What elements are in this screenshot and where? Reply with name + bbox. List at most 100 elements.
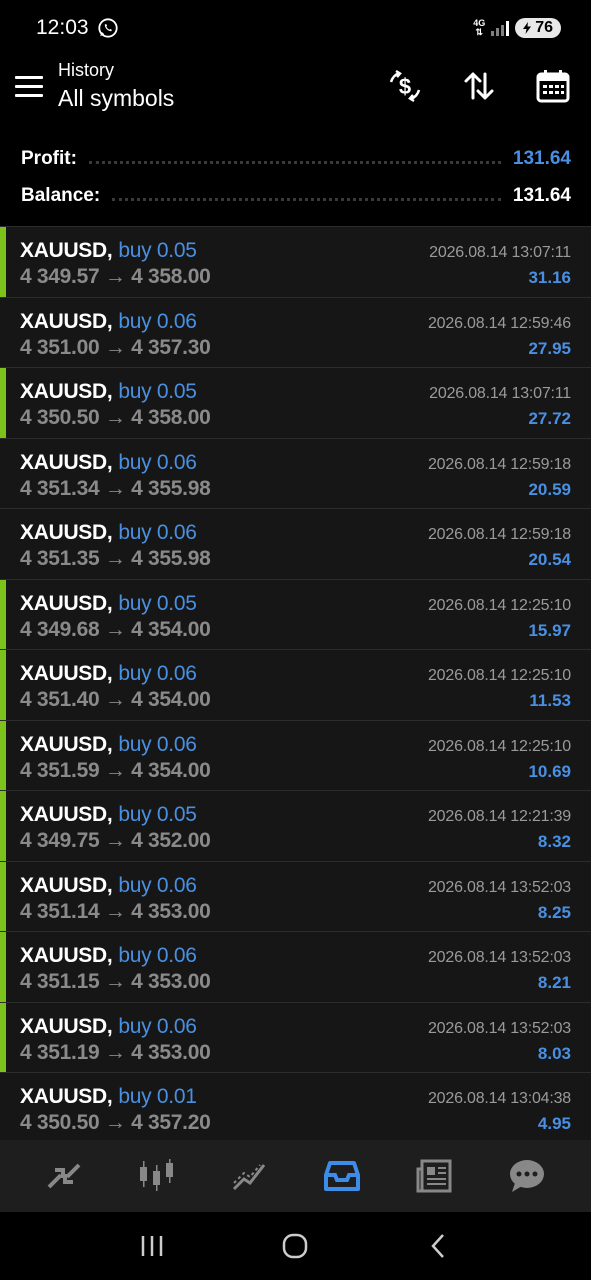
profit-label: Profit: [21,147,77,169]
tab-news[interactable] [413,1156,455,1196]
sort-icon[interactable] [461,68,497,104]
trade-prices: 4 351.15 → 4 353.00 [20,970,211,993]
trade-side: buy 0.05 [118,380,197,403]
trade-symbol: XAUUSD, [20,803,113,826]
trade-prices: 4 349.68 → 4 354.00 [20,617,211,641]
trade-profit: 11.53 [529,691,571,710]
trade-row[interactable]: XAUUSD, buy 0.06 2026.08.14 12:25:10 4 351.… [0,719,591,790]
tab-chat[interactable] [506,1156,548,1196]
trade-row[interactable]: XAUUSD, buy 0.05 2026.08.14 13:07:11 4 349.… [0,226,591,297]
trade-profit: 31.16 [528,268,571,287]
trade-row[interactable]: XAUUSD, buy 0.05 2026.08.14 12:21:39 4 349.… [0,790,591,861]
trade-profit: 20.59 [528,479,571,499]
trade-symbol: XAUUSD, [20,380,113,403]
trade-side: buy 0.06 [118,732,197,756]
trade-row[interactable]: XAUUSD, buy 0.06 2026.08.14 13:52:03 4 351.… [0,1001,591,1072]
tab-history[interactable] [321,1156,363,1196]
position-indicator [0,1002,6,1072]
trade-symbol: XAUUSD, [20,521,113,544]
trade-row[interactable]: XAUUSD, buy 0.05 2026.08.14 12:25:10 4 349.… [0,578,591,649]
trade-row[interactable]: XAUUSD, buy 0.05 2026.08.14 13:07:11 4 350.… [0,367,591,438]
page-title: History [58,60,115,80]
position-indicator [0,720,6,790]
position-indicator [0,861,6,931]
trade-list[interactable]: XAUUSD, buy 0.05 2026.08.14 13:07:11 4 349.… [0,226,591,1140]
trade-profit: 27.72 [528,409,571,428]
trade-prices: 4 349.57 → 4 358.00 [20,265,211,288]
home-button[interactable] [278,1229,312,1263]
trade-profit: 8.32 [537,832,571,851]
trade-datetime: 2026.08.14 13:52:03 [427,1019,571,1037]
trade-datetime: 2026.08.14 12:25:10 [427,737,571,755]
tab-quotes[interactable] [43,1156,85,1196]
trade-profit: 10.69 [528,761,571,781]
trade-prices: 4 351.35 → 4 355.98 [20,547,211,570]
trade-datetime: 2026.08.14 13:07:11 [429,385,571,402]
trade-profit: 27.95 [528,338,571,358]
trade-prices: 4 351.59 → 4 354.00 [20,758,211,782]
trade-symbol: XAUUSD, [20,944,113,967]
chart-icon [139,1159,173,1191]
quotes-icon [47,1163,81,1189]
tab-chart[interactable] [136,1156,178,1196]
trade-datetime: 2026.08.14 13:52:03 [427,949,571,966]
position-indicator [0,650,6,720]
news-icon [416,1159,452,1193]
trade-side: buy 0.06 [118,450,197,474]
trade-row[interactable]: XAUUSD, buy 0.06 2026.08.14 12:59:46 4 351.… [0,296,591,367]
trade-row[interactable]: XAUUSD, buy 0.06 2026.08.14 12:59:18 4 351.… [0,508,591,579]
trade-side: buy 0.05 [118,591,197,615]
trade-symbol: XAUUSD, [20,732,113,756]
position-indicator [0,368,6,438]
trade-side: buy 0.05 [118,803,197,826]
trade-prices: 4 351.34 → 4 355.98 [20,476,211,500]
trade-side: buy 0.06 [118,521,197,544]
trade-datetime: 2026.08.14 12:21:39 [427,808,571,825]
bottom-navigation [0,1140,591,1212]
position-indicator [0,579,6,649]
trade-profit: 8.03 [537,1043,571,1063]
trade-row[interactable]: XAUUSD, buy 0.06 2026.08.14 13:52:03 4 351.… [0,860,591,931]
recent-apps-button[interactable] [135,1229,169,1263]
balance-label: Balance: [21,184,101,206]
back-button[interactable] [422,1229,456,1263]
status-time: 12:03 [36,16,89,39]
trade-datetime: 2026.08.14 13:07:11 [429,244,571,261]
trade-side: buy 0.06 [118,944,197,967]
trade-side: buy 0.06 [118,1014,197,1038]
trade-datetime: 2026.08.14 12:59:18 [427,455,571,473]
trade-side: buy 0.06 [118,662,197,685]
calendar-icon[interactable] [535,68,571,104]
chat-icon [509,1160,544,1192]
trade-row[interactable]: XAUUSD, buy 0.01 2026.08.14 13:04:38 4 350.… [0,1072,591,1140]
battery-indicator: 76 [515,18,561,38]
trade-datetime: 2026.08.14 12:59:46 [427,314,571,332]
status-bar: 12:03 4G ⇅ 76 [0,0,591,56]
tab-trade[interactable] [228,1156,270,1196]
trade-side: buy 0.06 [118,873,197,897]
menu-icon[interactable] [15,76,43,98]
trade-datetime: 2026.08.14 12:25:10 [427,667,571,684]
svg-text:$: $ [399,74,411,99]
history-icon [323,1161,360,1191]
trade-profit: 20.54 [528,550,571,569]
currency-refresh-icon[interactable]: $ [387,68,423,104]
trade-side: buy 0.06 [118,309,197,333]
system-navigation [0,1212,591,1280]
trade-prices: 4 349.75 → 4 352.00 [20,829,211,852]
trade-profit: 4.95 [537,1114,571,1133]
trade-symbol: XAUUSD, [20,239,113,262]
account-summary: Profit: 131.64 Balance: 131.64 [0,140,591,225]
trade-row[interactable]: XAUUSD, buy 0.06 2026.08.14 12:59:18 4 351.… [0,437,591,508]
trade-datetime: 2026.08.14 12:25:10 [427,596,571,614]
trade-symbol: XAUUSD, [20,1085,113,1108]
trade-row[interactable]: XAUUSD, buy 0.06 2026.08.14 12:25:10 4 351.… [0,649,591,720]
trade-prices: 4 350.50 → 4 358.00 [20,406,211,429]
trade-prices: 4 350.50 → 4 357.20 [20,1111,211,1134]
symbol-filter[interactable]: All symbols [58,85,174,112]
trade-prices: 4 351.14 → 4 353.00 [20,899,211,923]
trade-side: buy 0.01 [118,1085,197,1108]
trade-row[interactable]: XAUUSD, buy 0.06 2026.08.14 13:52:03 4 351.… [0,931,591,1002]
balance-value: 131.64 [512,184,571,206]
trade-prices: 4 351.19 → 4 353.00 [20,1040,211,1064]
